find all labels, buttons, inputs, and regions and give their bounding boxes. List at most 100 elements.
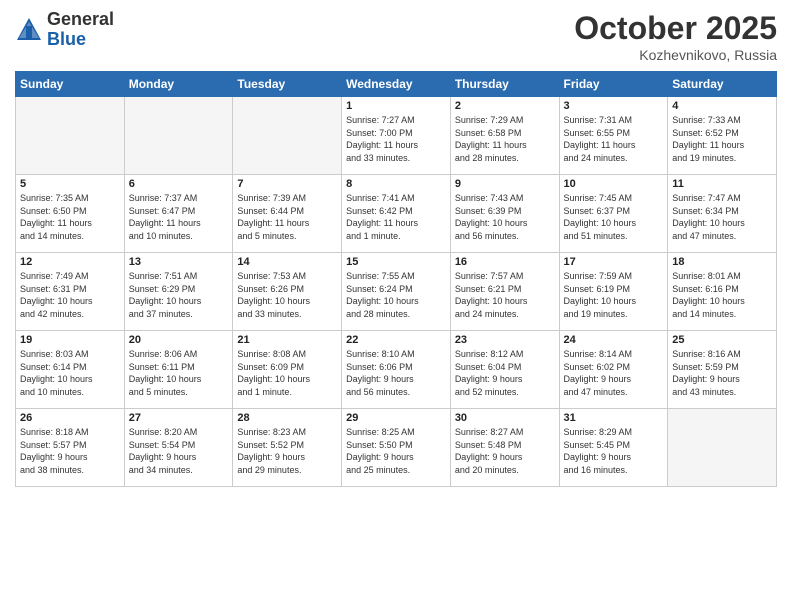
header-friday: Friday — [559, 72, 668, 97]
day-info: Sunrise: 8:27 AM Sunset: 5:48 PM Dayligh… — [455, 426, 555, 476]
calendar-table: Sunday Monday Tuesday Wednesday Thursday… — [15, 71, 777, 487]
logo-blue-text: Blue — [47, 30, 114, 50]
calendar-cell-w4-d6: 24 Sunrise: 8:14 AM Sunset: 6:02 PM Dayli… — [559, 331, 668, 409]
day-number: 15 — [346, 256, 446, 268]
day-info: Sunrise: 7:45 AM Sunset: 6:37 PM Dayligh… — [564, 192, 664, 242]
calendar-week-1: 1Sunrise: 7:27 AM Sunset: 7:00 PM Daylig… — [16, 97, 777, 175]
day-number: 18 — [672, 256, 772, 268]
calendar-cell-w1-d6: 3 Sunrise: 7:31 AM Sunset: 6:55 PM Daylig… — [559, 97, 668, 175]
calendar-cell-w2-d3: 7Sunrise: 7:39 AM Sunset: 6:44 PM Daylig… — [233, 175, 342, 253]
day-info: Sunrise: 7:35 AM Sunset: 6:50 PM Dayligh… — [20, 192, 120, 242]
header-wednesday: Wednesday — [342, 72, 451, 97]
day-info: Sunrise: 7:55 AM Sunset: 6:24 PM Dayligh… — [346, 270, 446, 320]
calendar-week-2: 5 Sunrise: 7:35 AM Sunset: 6:50 PM Daylig… — [16, 175, 777, 253]
logo-general-text: General — [47, 10, 114, 30]
day-info: Sunrise: 7:27 AM Sunset: 7:00 PM Dayligh… — [346, 114, 446, 164]
day-number: 14 — [237, 256, 337, 268]
day-number: 12 — [20, 256, 120, 268]
day-number: 8 — [346, 178, 446, 190]
day-number: 20 — [129, 334, 229, 346]
calendar-cell-w2-d7: 11 Sunrise: 7:47 AM Sunset: 6:34 PM Dayli… — [668, 175, 777, 253]
header-saturday: Saturday — [668, 72, 777, 97]
day-info: Sunrise: 8:23 AM Sunset: 5:52 PM Dayligh… — [237, 426, 337, 476]
calendar-cell-w2-d5: 9 Sunrise: 7:43 AM Sunset: 6:39 PM Daylig… — [450, 175, 559, 253]
day-info: Sunrise: 8:16 AM Sunset: 5:59 PM Dayligh… — [672, 348, 772, 398]
day-info: Sunrise: 8:14 AM Sunset: 6:02 PM Dayligh… — [564, 348, 664, 398]
calendar-cell-w3-d6: 17 Sunrise: 7:59 AM Sunset: 6:19 PM Dayli… — [559, 253, 668, 331]
day-number: 27 — [129, 412, 229, 424]
day-number: 5 — [20, 178, 120, 190]
calendar-cell-w2-d6: 10Sunrise: 7:45 AM Sunset: 6:37 PM Dayli… — [559, 175, 668, 253]
day-number: 9 — [455, 178, 555, 190]
day-number: 31 — [564, 412, 664, 424]
day-info: Sunrise: 7:47 AM Sunset: 6:34 PM Dayligh… — [672, 192, 772, 242]
logo: General Blue — [15, 10, 114, 50]
calendar-cell-w5-d7 — [668, 409, 777, 487]
day-info: Sunrise: 8:12 AM Sunset: 6:04 PM Dayligh… — [455, 348, 555, 398]
day-number: 17 — [564, 256, 664, 268]
day-info: Sunrise: 8:06 AM Sunset: 6:11 PM Dayligh… — [129, 348, 229, 398]
calendar-week-5: 26 Sunrise: 8:18 AM Sunset: 5:57 PM Dayli… — [16, 409, 777, 487]
day-number: 19 — [20, 334, 120, 346]
day-number: 2 — [455, 100, 555, 112]
calendar-cell-w4-d5: 23Sunrise: 8:12 AM Sunset: 6:04 PM Dayli… — [450, 331, 559, 409]
day-info: Sunrise: 7:31 AM Sunset: 6:55 PM Dayligh… — [564, 114, 664, 164]
header-tuesday: Tuesday — [233, 72, 342, 97]
calendar-cell-w2-d4: 8Sunrise: 7:41 AM Sunset: 6:42 PM Daylig… — [342, 175, 451, 253]
header-monday: Monday — [124, 72, 233, 97]
day-info: Sunrise: 7:39 AM Sunset: 6:44 PM Dayligh… — [237, 192, 337, 242]
day-info: Sunrise: 8:08 AM Sunset: 6:09 PM Dayligh… — [237, 348, 337, 398]
day-number: 4 — [672, 100, 772, 112]
day-number: 16 — [455, 256, 555, 268]
day-number: 13 — [129, 256, 229, 268]
calendar-cell-w3-d4: 15 Sunrise: 7:55 AM Sunset: 6:24 PM Dayli… — [342, 253, 451, 331]
header-sunday: Sunday — [16, 72, 125, 97]
day-info: Sunrise: 8:20 AM Sunset: 5:54 PM Dayligh… — [129, 426, 229, 476]
day-info: Sunrise: 7:53 AM Sunset: 6:26 PM Dayligh… — [237, 270, 337, 320]
day-info: Sunrise: 8:10 AM Sunset: 6:06 PM Dayligh… — [346, 348, 446, 398]
day-info: Sunrise: 7:51 AM Sunset: 6:29 PM Dayligh… — [129, 270, 229, 320]
day-number: 22 — [346, 334, 446, 346]
calendar-cell-w2-d2: 6Sunrise: 7:37 AM Sunset: 6:47 PM Daylig… — [124, 175, 233, 253]
header: General Blue October 2025 Kozhevnikovo, … — [15, 10, 777, 63]
day-info: Sunrise: 8:29 AM Sunset: 5:45 PM Dayligh… — [564, 426, 664, 476]
calendar-cell-w3-d3: 14 Sunrise: 7:53 AM Sunset: 6:26 PM Dayli… — [233, 253, 342, 331]
calendar-cell-w1-d3 — [233, 97, 342, 175]
logo-text: General Blue — [47, 10, 114, 50]
day-info: Sunrise: 7:29 AM Sunset: 6:58 PM Dayligh… — [455, 114, 555, 164]
calendar-cell-w5-d2: 27 Sunrise: 8:20 AM Sunset: 5:54 PM Dayli… — [124, 409, 233, 487]
day-number: 3 — [564, 100, 664, 112]
calendar-cell-w3-d7: 18 Sunrise: 8:01 AM Sunset: 6:16 PM Dayli… — [668, 253, 777, 331]
day-info: Sunrise: 7:33 AM Sunset: 6:52 PM Dayligh… — [672, 114, 772, 164]
day-number: 25 — [672, 334, 772, 346]
day-info: Sunrise: 7:59 AM Sunset: 6:19 PM Dayligh… — [564, 270, 664, 320]
calendar-cell-w3-d5: 16Sunrise: 7:57 AM Sunset: 6:21 PM Dayli… — [450, 253, 559, 331]
day-info: Sunrise: 8:03 AM Sunset: 6:14 PM Dayligh… — [20, 348, 120, 398]
day-number: 11 — [672, 178, 772, 190]
calendar-cell-w4-d3: 21Sunrise: 8:08 AM Sunset: 6:09 PM Dayli… — [233, 331, 342, 409]
day-info: Sunrise: 8:01 AM Sunset: 6:16 PM Dayligh… — [672, 270, 772, 320]
calendar-cell-w5-d6: 31 Sunrise: 8:29 AM Sunset: 5:45 PM Dayli… — [559, 409, 668, 487]
day-number: 24 — [564, 334, 664, 346]
title-area: October 2025 Kozhevnikovo, Russia — [574, 10, 777, 63]
calendar-cell-w4-d2: 20 Sunrise: 8:06 AM Sunset: 6:11 PM Dayli… — [124, 331, 233, 409]
calendar-cell-w5-d5: 30Sunrise: 8:27 AM Sunset: 5:48 PM Dayli… — [450, 409, 559, 487]
calendar-cell-w3-d2: 13 Sunrise: 7:51 AM Sunset: 6:29 PM Dayli… — [124, 253, 233, 331]
calendar-week-4: 19 Sunrise: 8:03 AM Sunset: 6:14 PM Dayli… — [16, 331, 777, 409]
day-info: Sunrise: 7:43 AM Sunset: 6:39 PM Dayligh… — [455, 192, 555, 242]
calendar-cell-w3-d1: 12Sunrise: 7:49 AM Sunset: 6:31 PM Dayli… — [16, 253, 125, 331]
calendar-cell-w2-d1: 5 Sunrise: 7:35 AM Sunset: 6:50 PM Daylig… — [16, 175, 125, 253]
calendar-cell-w4-d1: 19 Sunrise: 8:03 AM Sunset: 6:14 PM Dayli… — [16, 331, 125, 409]
day-number: 28 — [237, 412, 337, 424]
day-number: 26 — [20, 412, 120, 424]
calendar-header-row: Sunday Monday Tuesday Wednesday Thursday… — [16, 72, 777, 97]
day-info: Sunrise: 8:25 AM Sunset: 5:50 PM Dayligh… — [346, 426, 446, 476]
calendar-cell-w4-d4: 22 Sunrise: 8:10 AM Sunset: 6:06 PM Dayli… — [342, 331, 451, 409]
header-thursday: Thursday — [450, 72, 559, 97]
day-info: Sunrise: 8:18 AM Sunset: 5:57 PM Dayligh… — [20, 426, 120, 476]
calendar-cell-w4-d7: 25 Sunrise: 8:16 AM Sunset: 5:59 PM Dayli… — [668, 331, 777, 409]
page: General Blue October 2025 Kozhevnikovo, … — [0, 0, 792, 612]
calendar-cell-w1-d2 — [124, 97, 233, 175]
calendar-cell-w1-d1 — [16, 97, 125, 175]
calendar-cell-w5-d1: 26 Sunrise: 8:18 AM Sunset: 5:57 PM Dayli… — [16, 409, 125, 487]
